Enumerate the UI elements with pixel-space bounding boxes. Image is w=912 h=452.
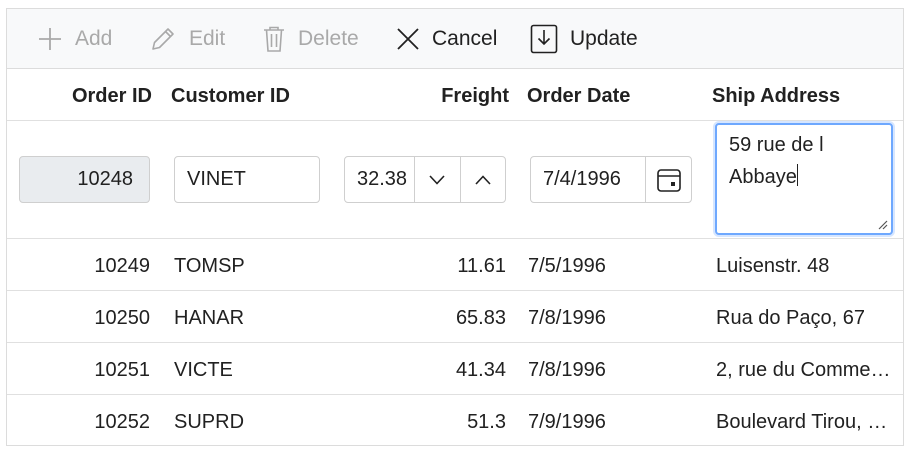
edit-button[interactable]: Edit (149, 9, 225, 69)
freight-numeric-field[interactable]: 32.38 (344, 156, 506, 203)
cell-order-id: 10250 (94, 307, 150, 329)
add-button-label: Add (75, 27, 113, 50)
calendar-button[interactable] (645, 157, 691, 202)
increment-button[interactable] (459, 157, 505, 202)
order-id-field: 10248 (19, 156, 150, 203)
cell-freight: 41.34 (455, 359, 506, 381)
pencil-icon (152, 28, 174, 50)
ship-address-value: 59 rue de l Abbaye (729, 134, 824, 188)
table-row[interactable]: 10250 HANAR 65.83 7/8/1996 Rua do Paço, … (7, 291, 903, 343)
add-button[interactable]: Add (37, 9, 112, 69)
cell-order-date: 7/9/1996 (528, 411, 606, 433)
delete-button-label: Delete (298, 27, 359, 50)
header-freight[interactable]: Freight (347, 69, 509, 121)
table-row[interactable]: 10252 SUPRD 51.3 7/9/1996 Boulevard Tiro… (7, 395, 903, 447)
grid-toolbar: Add Edit Delete Cancel Update (7, 9, 903, 69)
cell-freight: 65.83 (455, 307, 506, 329)
header-order-date[interactable]: Order Date (527, 69, 697, 121)
edit-row: 10248 VINET 32.38 7/4/1996 59 rue de l A… (7, 121, 903, 239)
cell-order-date: 7/5/1996 (528, 255, 606, 277)
cell-order-date: 7/8/1996 (528, 307, 606, 329)
order-date-field[interactable]: 7/4/1996 (530, 156, 692, 203)
table-row[interactable]: 10249 TOMSP 11.61 7/5/1996 Luisenstr. 48 (7, 239, 903, 291)
cell-customer-id: TOMSP (174, 255, 245, 277)
customer-id-value: VINET (187, 168, 246, 190)
grid-header: Order ID Customer ID Freight Order Date … (7, 69, 903, 121)
table-row[interactable]: 10251 VICTE 41.34 7/8/1996 2, rue du Com… (7, 343, 903, 395)
data-grid: Add Edit Delete Cancel Update Order ID C… (6, 8, 904, 446)
text-caret (796, 164, 798, 186)
cell-ship-address: Rua do Paço, 67 (716, 307, 865, 329)
edit-button-label: Edit (189, 27, 226, 50)
chevron-up-icon (475, 174, 491, 185)
update-button[interactable]: Update (530, 9, 638, 69)
plus-icon (39, 28, 61, 50)
calendar-icon (656, 168, 681, 192)
cell-order-id: 10252 (94, 411, 150, 433)
cell-order-id: 10249 (94, 255, 150, 277)
cancel-button-label: Cancel (432, 27, 498, 50)
header-ship-address[interactable]: Ship Address (712, 69, 897, 121)
cell-customer-id: SUPRD (174, 411, 245, 433)
decrement-button[interactable] (414, 157, 459, 202)
cell-freight: 11.61 (457, 255, 506, 277)
freight-value: 32.38 (357, 168, 408, 190)
cancel-button[interactable]: Cancel (396, 9, 497, 69)
resize-handle-icon[interactable] (878, 220, 888, 230)
chevron-down-icon (429, 174, 445, 185)
header-order-id[interactable]: Order ID (7, 69, 152, 121)
customer-id-field[interactable]: VINET (174, 156, 320, 203)
cell-ship-address: 2, rue du Commerce (716, 359, 894, 381)
cell-customer-id: VICTE (174, 359, 233, 381)
save-icon (530, 24, 558, 54)
cell-ship-address: Boulevard Tirou, 255 (716, 411, 894, 433)
order-date-value: 7/4/1996 (543, 168, 621, 190)
update-button-label: Update (570, 27, 638, 50)
cell-customer-id: HANAR (174, 307, 245, 329)
delete-button[interactable]: Delete (262, 9, 359, 69)
cell-freight: 51.3 (467, 411, 506, 433)
ship-address-textarea[interactable]: 59 rue de l Abbaye (715, 123, 893, 235)
cell-ship-address: Luisenstr. 48 (716, 255, 830, 277)
cell-order-date: 7/8/1996 (528, 359, 606, 381)
header-customer-id[interactable]: Customer ID (171, 69, 341, 121)
order-id-value: 10248 (77, 168, 133, 190)
close-icon (397, 28, 419, 50)
cell-order-id: 10251 (94, 359, 150, 381)
trash-icon (264, 26, 284, 52)
